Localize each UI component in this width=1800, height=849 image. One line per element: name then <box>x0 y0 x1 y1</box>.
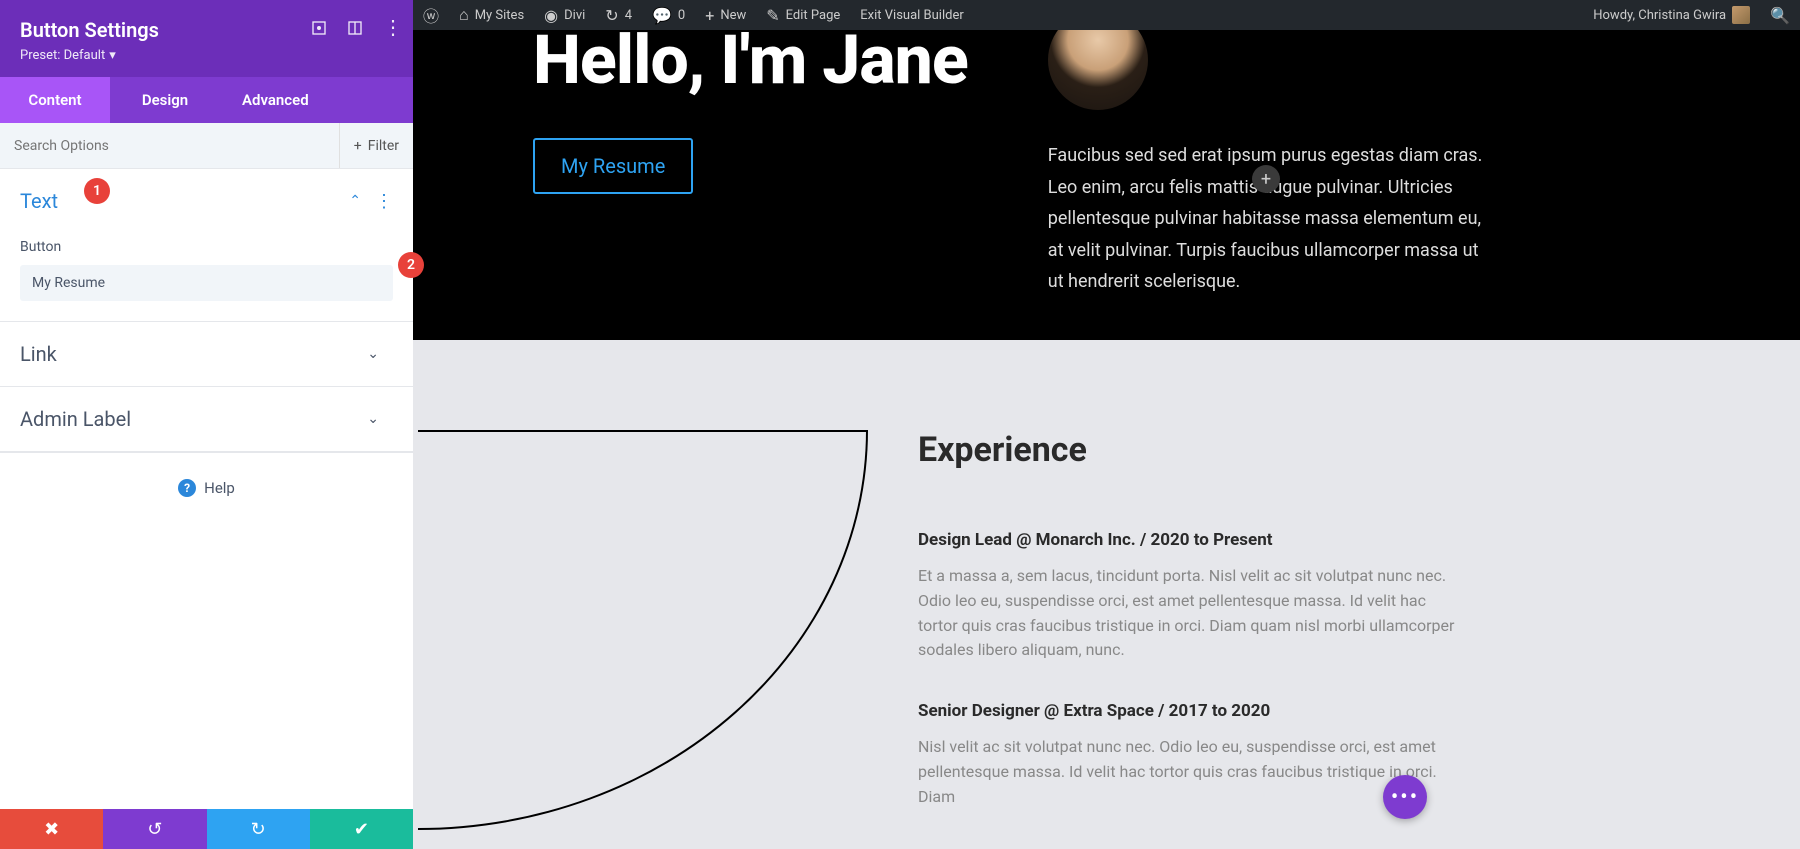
howdy-label: Howdy, Christina Gwira <box>1593 8 1726 23</box>
filter-button[interactable]: + Filter <box>339 123 413 168</box>
decorative-shape <box>418 430 868 830</box>
search-toggle[interactable]: 🔍 <box>1760 0 1800 30</box>
divi-label: Divi <box>564 8 585 23</box>
section-more-icon[interactable]: ⋮ <box>375 191 393 212</box>
howdy-user[interactable]: Howdy, Christina Gwira <box>1583 0 1760 30</box>
close-icon: ✖ <box>44 819 59 840</box>
search-icon: 🔍 <box>1770 6 1790 25</box>
button-field-label: Button <box>0 233 413 265</box>
section-admin-label[interactable]: Admin Label ⌄ <box>0 387 413 451</box>
help-icon: ? <box>178 479 196 497</box>
gauge-icon: ◉ <box>544 6 558 25</box>
more-horizontal-icon: ••• <box>1391 785 1419 810</box>
section-admin-label-title: Admin Label <box>20 407 131 431</box>
my-resume-button[interactable]: My Resume <box>533 138 693 194</box>
edit-page-label: Edit Page <box>786 8 841 23</box>
divi-menu[interactable]: ◉ Divi <box>534 0 595 30</box>
pencil-icon: ✎ <box>766 6 779 25</box>
wp-logo[interactable]: ⓦ <box>413 0 449 30</box>
my-sites[interactable]: ⌂ My Sites <box>449 0 534 30</box>
hero-title: Hello, I'm Jane <box>533 30 968 100</box>
tooltip-badge-1: 1 <box>84 178 110 204</box>
user-avatar-icon <box>1732 6 1750 24</box>
tab-content[interactable]: Content <box>0 77 110 123</box>
cancel-button[interactable]: ✖ <box>0 809 103 849</box>
plus-icon: + <box>705 6 714 25</box>
search-options-input[interactable] <box>0 138 339 154</box>
help-button[interactable]: ? Help <box>0 452 413 523</box>
section-link-title: Link <box>20 342 57 366</box>
panel-tabs: Content Design Advanced <box>0 77 413 123</box>
redo-icon: ↻ <box>251 819 266 840</box>
hero-description: Faucibus sed sed erat ipsum purus egesta… <box>1048 140 1488 298</box>
section-link[interactable]: Link ⌄ <box>0 322 413 386</box>
columns-icon[interactable] <box>347 20 363 36</box>
button-text-input[interactable]: My Resume <box>20 265 393 301</box>
save-button[interactable]: ✔ <box>310 809 413 849</box>
check-icon: ✔ <box>354 819 369 840</box>
comments[interactable]: 💬0 <box>642 0 695 30</box>
tab-advanced[interactable]: Advanced <box>220 77 413 123</box>
add-module-button[interactable]: + <box>1252 165 1280 193</box>
wordpress-icon: ⓦ <box>423 3 439 27</box>
section-text-title: Text <box>20 189 58 213</box>
edit-page[interactable]: ✎ Edit Page <box>756 0 850 30</box>
updates[interactable]: ↻4 <box>595 0 642 30</box>
job-title: Senior Designer @ Extra Space / 2017 to … <box>918 701 1700 721</box>
panel-header: Button Settings Preset: Default▾ ⋮ <box>0 0 413 77</box>
comment-icon: 💬 <box>652 6 672 25</box>
refresh-icon: ↻ <box>605 6 618 25</box>
exit-vb-label: Exit Visual Builder <box>860 8 963 23</box>
page-canvas: Hello, I'm Jane My Resume Faucibus sed s… <box>413 30 1800 849</box>
preset-label: Preset: Default <box>20 48 105 63</box>
job-title: Design Lead @ Monarch Inc. / 2020 to Pre… <box>918 530 1700 550</box>
my-sites-label: My Sites <box>475 8 524 23</box>
wp-admin-bar: ⓦ ⌂My Sites ◉Divi ↻4 💬0 +New ✎Edit Page … <box>413 0 1800 30</box>
job-description: Et a massa a, sem lacus, tincidunt porta… <box>918 564 1458 663</box>
expand-icon[interactable] <box>311 20 327 36</box>
job-description: Nisl velit ac sit volutpat nunc nec. Odi… <box>918 735 1458 809</box>
panel-body: Text ⌃ ⋮ Button My Resume Link ⌄ Admin L… <box>0 169 413 809</box>
undo-button[interactable]: ↺ <box>103 809 206 849</box>
help-label: Help <box>204 479 235 497</box>
experience-section: Experience Design Lead @ Monarch Inc. / … <box>413 340 1800 849</box>
more-icon[interactable]: ⋮ <box>383 20 399 36</box>
experience-job: Senior Designer @ Extra Space / 2017 to … <box>918 701 1700 809</box>
section-text[interactable]: Text ⌃ ⋮ <box>0 169 413 233</box>
new-content[interactable]: + New <box>695 0 756 30</box>
tooltip-badge-2: 2 <box>398 252 424 278</box>
filter-label: Filter <box>368 138 399 154</box>
hero-section: Hello, I'm Jane My Resume Faucibus sed s… <box>413 30 1800 340</box>
plus-icon: + <box>354 138 362 154</box>
updates-count: 4 <box>625 8 632 23</box>
hero-avatar <box>1048 30 1148 110</box>
chevron-up-icon: ⌃ <box>349 193 361 209</box>
home-icon: ⌂ <box>459 5 469 25</box>
chevron-down-icon: ⌄ <box>367 346 379 362</box>
redo-button[interactable]: ↻ <box>207 809 310 849</box>
chevron-down-icon: ⌄ <box>367 411 379 427</box>
preset-selector[interactable]: Preset: Default ▾ <box>20 48 393 63</box>
divi-fab-button[interactable]: ••• <box>1383 775 1427 819</box>
plus-icon: + <box>1261 169 1271 190</box>
tab-design[interactable]: Design <box>110 77 220 123</box>
new-label: New <box>720 8 746 23</box>
caret-down-icon: ▾ <box>109 48 116 63</box>
settings-panel: Button Settings Preset: Default▾ ⋮ Conte… <box>0 0 413 849</box>
panel-search-row: + Filter <box>0 123 413 169</box>
comments-count: 0 <box>678 8 685 23</box>
undo-icon: ↺ <box>147 819 162 840</box>
exit-visual-builder[interactable]: Exit Visual Builder <box>850 0 973 30</box>
panel-footer: ✖ ↺ ↻ ✔ <box>0 809 413 849</box>
experience-heading: Experience <box>918 430 1700 470</box>
experience-job: Design Lead @ Monarch Inc. / 2020 to Pre… <box>918 530 1700 663</box>
